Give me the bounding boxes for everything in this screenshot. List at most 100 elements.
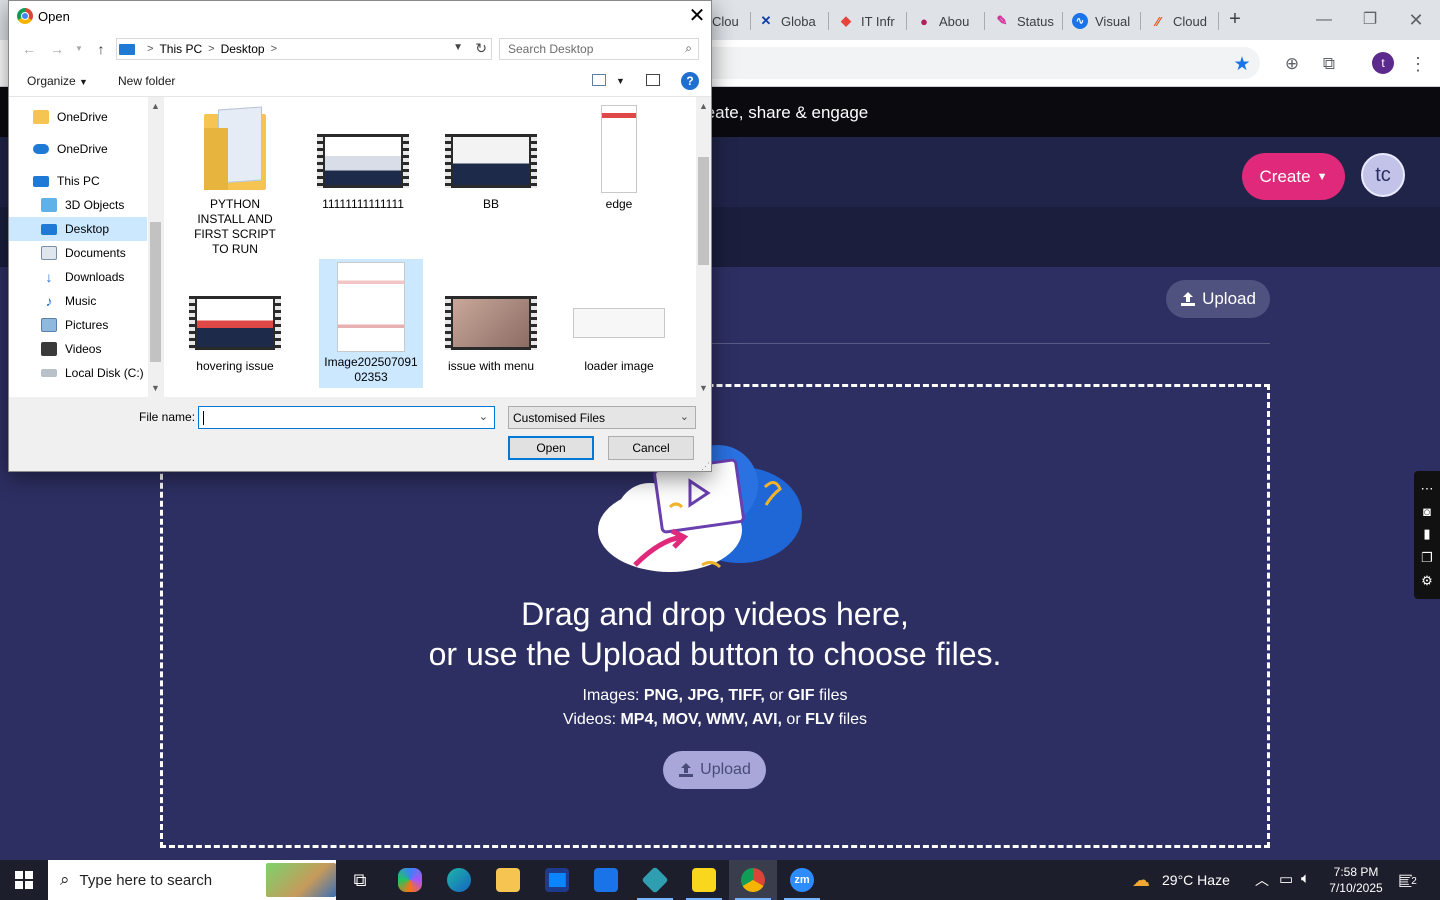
nav-item-3d-objects[interactable]: 3D Objects	[9, 193, 147, 217]
camera-icon[interactable]: ◙	[1423, 504, 1431, 519]
browser-tab[interactable]: ⁄⁄ Cloud	[1150, 8, 1212, 34]
recent-locations-icon[interactable]: ▼	[69, 40, 89, 58]
close-icon[interactable]: ✕	[685, 5, 709, 29]
weather-text[interactable]: 29°C Haze	[1162, 872, 1230, 888]
start-button[interactable]	[0, 860, 48, 900]
video-camera-icon[interactable]: ▮	[1423, 526, 1430, 542]
window-icon[interactable]: ❐	[1421, 550, 1433, 566]
settings-gear-icon[interactable]: ⚙	[1421, 573, 1433, 589]
file-list-scrollbar[interactable]: ▲ ▼	[696, 97, 711, 397]
sticky-notes-app[interactable]	[680, 860, 728, 900]
show-hidden-icons-icon[interactable]: ︿	[1255, 870, 1269, 890]
upload-button[interactable]: Upload	[1166, 280, 1270, 318]
resize-grip-icon[interactable]: ⋰	[701, 461, 710, 472]
file-name-input[interactable]: ⌄	[198, 406, 495, 429]
file-scroll-thumb[interactable]	[698, 157, 709, 265]
up-arrow-icon[interactable]: ↑	[91, 40, 111, 58]
weather-icon[interactable]: ☁	[1132, 870, 1150, 891]
nav-item-onedrive-folder[interactable]: OneDrive	[9, 105, 147, 129]
forward-arrow-icon[interactable]: →	[47, 40, 67, 58]
nav-item-label: Music	[65, 294, 97, 308]
new-tab-button[interactable]: +	[1225, 8, 1245, 32]
create-button[interactable]: Create ▼	[1242, 153, 1345, 200]
nav-scroll-thumb[interactable]	[150, 222, 161, 362]
browser-tab[interactable]: ● Abou	[916, 8, 978, 34]
task-view-button[interactable]: ⧉	[336, 860, 384, 900]
bookmark-star-icon[interactable]: ★	[1230, 52, 1254, 76]
edge-app[interactable]	[435, 860, 483, 900]
network-icon[interactable]: ▭	[1279, 870, 1293, 888]
pinned-app[interactable]	[631, 860, 679, 900]
nav-item-music[interactable]: ♪ Music	[9, 289, 147, 313]
browser-tab[interactable]: ◆ IT Infr	[838, 8, 904, 34]
chrome-app[interactable]	[729, 860, 777, 900]
file-item[interactable]: edge	[567, 101, 671, 215]
volume-icon[interactable]: 🔈︎	[1301, 870, 1310, 887]
search-desktop-input[interactable]: Search Desktop ⌕	[499, 38, 699, 60]
menu-kebab-icon[interactable]: ⋮	[1406, 52, 1430, 76]
zoom-app[interactable]: zm	[778, 860, 826, 900]
file-item[interactable]: loader image	[567, 263, 671, 377]
profile-avatar[interactable]: t	[1372, 52, 1394, 74]
preview-pane-icon[interactable]	[646, 74, 660, 86]
scroll-down-icon[interactable]: ▼	[148, 383, 162, 393]
refresh-icon[interactable]: ↻	[475, 40, 487, 57]
more-icon[interactable]: ⋯	[1421, 481, 1434, 497]
breadcrumb-this-pc[interactable]: This PC	[159, 42, 202, 56]
user-avatar[interactable]: tc	[1361, 153, 1405, 197]
browser-tab[interactable]: ∿ Visual	[1072, 8, 1134, 34]
extensions-icon[interactable]: ⧉	[1317, 52, 1341, 76]
nav-item-this-pc[interactable]: This PC	[9, 169, 147, 193]
new-folder-button[interactable]: New folder	[118, 74, 175, 88]
upload-icon	[679, 763, 694, 777]
scroll-down-icon[interactable]: ▼	[696, 383, 711, 393]
clock-time: 7:58 PM	[1333, 865, 1379, 879]
file-type-select[interactable]: Customised Files ⌄	[508, 406, 696, 429]
nav-item-desktop[interactable]: Desktop	[9, 217, 147, 241]
nav-item-videos[interactable]: Videos	[9, 337, 147, 361]
store-app[interactable]	[533, 860, 581, 900]
breadcrumb[interactable]: > This PC > Desktop > ▼ ↻	[116, 38, 492, 60]
chevron-down-icon[interactable]: ▼	[453, 42, 463, 53]
globe-icon[interactable]: ⊕	[1280, 52, 1304, 76]
upload-button-secondary[interactable]: Upload	[663, 751, 766, 789]
nav-item-documents[interactable]: Documents	[9, 241, 147, 265]
help-icon[interactable]: ?	[681, 72, 699, 90]
file-item[interactable]: BB	[439, 101, 543, 215]
browser-tab[interactable]: ✎ Status	[994, 8, 1056, 34]
close-window-icon[interactable]: ✕	[1404, 8, 1428, 32]
images-prefix: Images:	[582, 687, 644, 704]
nav-scrollbar[interactable]: ▲ ▼	[148, 97, 162, 397]
videos-icon	[41, 342, 57, 356]
nav-item-downloads[interactable]: ↓ Downloads	[9, 265, 147, 289]
browser-tab[interactable]: Clou	[712, 8, 752, 34]
back-arrow-icon[interactable]: ←	[19, 40, 39, 58]
taskbar-search[interactable]: ⌕ Type here to search	[48, 860, 336, 900]
file-explorer-app[interactable]	[484, 860, 532, 900]
copilot-app[interactable]	[386, 860, 434, 900]
chevron-down-icon[interactable]: ⌄	[479, 410, 488, 423]
scroll-up-icon[interactable]: ▲	[148, 101, 162, 111]
nav-item-local-disk[interactable]: Local Disk (C:)	[9, 361, 147, 385]
minimize-icon[interactable]: —	[1312, 8, 1336, 32]
dialog-titlebar: Open ✕	[9, 1, 711, 32]
change-view-icon[interactable]	[592, 74, 606, 86]
open-button[interactable]: Open	[508, 436, 594, 460]
browser-tab[interactable]: ✕ Globa	[758, 8, 826, 34]
file-item[interactable]: 11111111111111	[311, 101, 415, 215]
file-item[interactable]: PYTHON INSTALL AND FIRST SCRIPT TO RUN	[183, 101, 287, 260]
nav-item-onedrive[interactable]: OneDrive	[9, 137, 147, 161]
cancel-button[interactable]: Cancel	[608, 436, 694, 460]
file-item-selected[interactable]: Image20250709102353	[319, 259, 423, 388]
file-item[interactable]: issue with menu	[439, 263, 543, 377]
restore-icon[interactable]: ❐	[1358, 8, 1382, 32]
taskbar-clock[interactable]: 7:58 PM 7/10/2025	[1318, 864, 1394, 896]
scroll-up-icon[interactable]: ▲	[696, 101, 711, 111]
breadcrumb-desktop[interactable]: Desktop	[221, 42, 265, 56]
chevron-down-icon[interactable]: ▼	[616, 76, 625, 86]
nav-item-pictures[interactable]: Pictures	[9, 313, 147, 337]
notifications-button[interactable]: ▤ 2	[1398, 870, 1420, 890]
file-item[interactable]: hovering issue	[183, 263, 287, 377]
mail-app[interactable]	[582, 860, 630, 900]
organize-button[interactable]: Organize ▼	[27, 74, 88, 88]
